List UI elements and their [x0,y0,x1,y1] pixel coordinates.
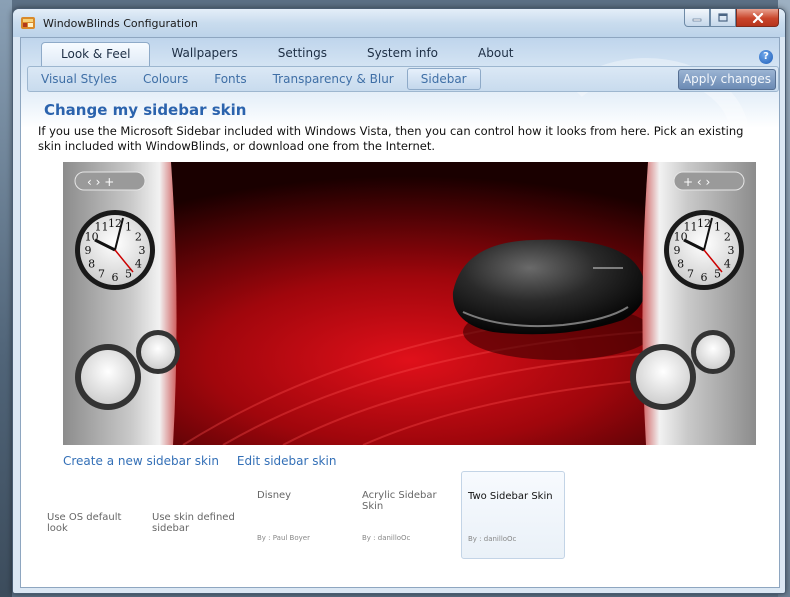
skin-name: Two Sidebar Skin [468,491,553,502]
desktop-background-left [0,0,12,597]
clock-numeral: 4 [135,258,142,271]
skin-links: Create a new sidebar skin Edit sidebar s… [63,454,354,468]
title-bar[interactable]: WindowBlinds Configuration [13,9,785,37]
skin-name: Acrylic Sidebar Skin [362,490,437,512]
clock-numeral: 2 [724,231,731,244]
close-icon [752,12,763,23]
clock-numeral: 12 [108,217,122,230]
clock-numeral: 6 [701,271,708,284]
config-window: WindowBlinds Configuration Look & Feel W… [12,8,786,594]
page-title: Change my sidebar skin [44,101,247,119]
create-sidebar-skin-link[interactable]: Create a new sidebar skin [63,454,219,468]
subtab-visual-styles[interactable]: Visual Styles [28,69,130,89]
subtab-transparency-blur[interactable]: Transparency & Blur [260,69,407,89]
window-title: WindowBlinds Configuration [43,17,198,30]
skin-item-disney[interactable]: Disney By : Paul Boyer [251,471,355,559]
help-icon[interactable]: ? [759,50,773,64]
mouse-image [452,239,653,360]
clock-numeral: 11 [684,221,698,234]
minimize-button[interactable] [684,9,710,27]
clock-numeral: 7 [687,267,694,280]
windowblinds-app-icon [21,17,35,29]
sub-tab-bar: Visual Styles Colours Fonts Transparency… [27,66,779,92]
skin-author: By : danilloOc [468,535,517,543]
skin-item-os-default[interactable]: Use OS default look [41,471,145,559]
sidebar-skin-preview: ‹ › + + ‹ › 12 1 2 3 4 5 6 7 8 9 10 11 1… [63,162,756,445]
left-sidebar-mock: ‹ › + [63,162,180,445]
tab-settings[interactable]: Settings [259,42,346,65]
svg-text:‹ › +: ‹ › + [87,175,114,189]
clock-numeral: 3 [728,244,735,257]
skin-name: Use OS default look [47,512,122,534]
clock-numeral: 7 [98,267,105,280]
main-tabs: Look & Feel Wallpapers Settings System i… [41,42,535,66]
clock-numeral: 5 [125,267,132,280]
subtab-colours[interactable]: Colours [130,69,201,89]
skin-author: By : Paul Boyer [257,534,310,542]
skin-item-skin-defined[interactable]: Use skin defined sidebar [146,471,250,559]
skin-author: By : danilloOc [362,534,411,542]
edit-sidebar-skin-link[interactable]: Edit sidebar skin [237,454,337,468]
subtab-sidebar[interactable]: Sidebar [406,68,481,90]
clock-numeral: 2 [135,231,142,244]
clock-numeral: 4 [724,258,731,271]
tab-look-and-feel[interactable]: Look & Feel [41,42,151,66]
skin-list: Use OS default look Use skin defined sid… [41,471,566,559]
clock-numeral: 9 [85,244,92,257]
clock-numeral: 12 [697,217,711,230]
preview-image: ‹ › + + ‹ › 12 1234567891011 12 12345678… [63,162,756,445]
close-button[interactable] [736,9,779,27]
tab-system-info[interactable]: System info [348,42,457,65]
apply-changes-button[interactable]: Apply changes [678,69,776,90]
clock-numeral: 1 [714,221,721,234]
clock-numeral: 8 [88,258,95,271]
clock-numeral: 6 [112,271,119,284]
clock-numeral: 9 [674,244,681,257]
skin-name: Use skin defined sidebar [152,512,235,534]
tab-wallpapers[interactable]: Wallpapers [152,42,256,65]
maximize-icon [718,13,728,22]
clock-numeral: 1 [125,221,132,234]
skin-item-acrylic[interactable]: Acrylic Sidebar Skin By : danilloOc [356,471,460,559]
clock-numeral: 11 [95,221,109,234]
subtab-fonts[interactable]: Fonts [201,69,259,89]
clock-numeral: 3 [139,244,146,257]
right-sidebar-mock: + ‹ › [630,162,756,445]
page-description: If you use the Microsoft Sidebar include… [38,124,744,153]
skin-name: Disney [257,490,292,501]
maximize-button[interactable] [710,9,736,27]
minimize-icon [692,18,702,21]
tab-about[interactable]: About [459,42,532,65]
svg-text:+ ‹ ›: + ‹ › [683,175,710,189]
clock-numeral: 8 [677,258,684,271]
clock-numeral: 5 [714,267,721,280]
skin-item-two-sidebar[interactable]: Two Sidebar Skin By : danilloOc [461,471,565,559]
client-area: Look & Feel Wallpapers Settings System i… [20,37,780,588]
